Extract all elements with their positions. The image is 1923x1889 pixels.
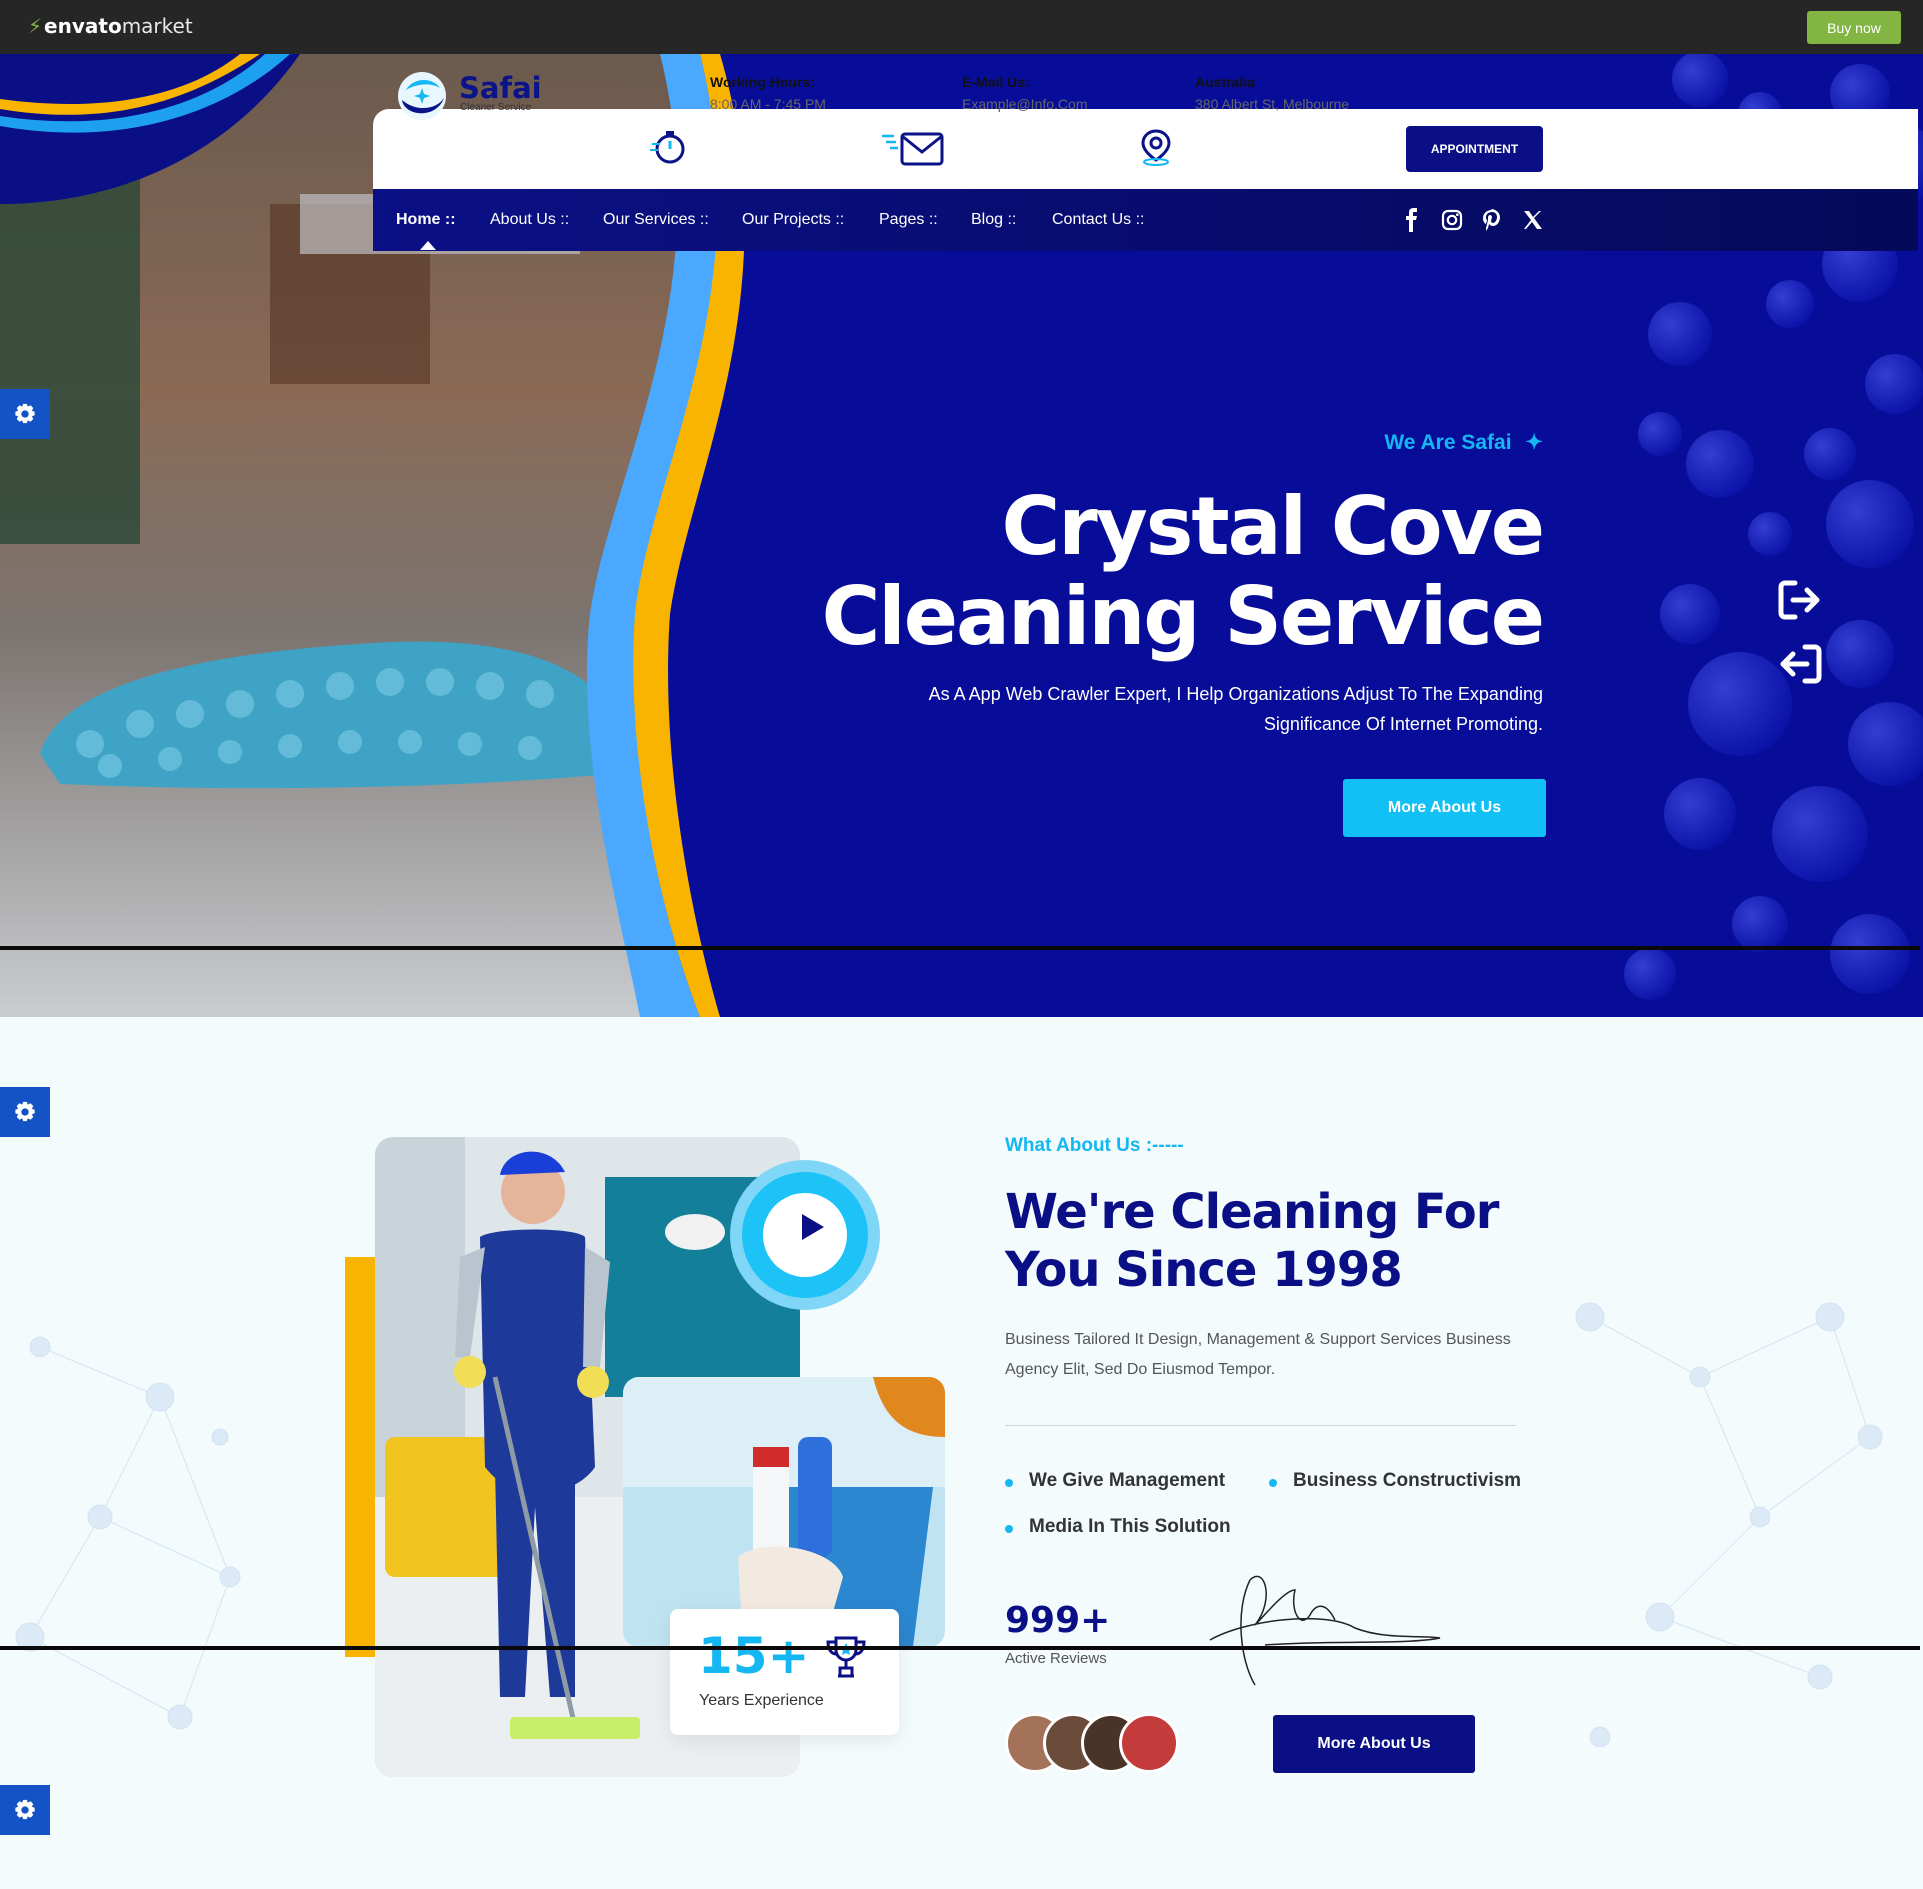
hero-subtitle: As A App Web Crawler Expert, I Help Orga… xyxy=(928,684,1543,734)
nav-blog[interactable]: Blog :: xyxy=(971,211,1016,229)
nav-active-caret xyxy=(420,241,436,250)
email-info[interactable]: E-Mail Us: Example@Info.Com xyxy=(962,74,1087,112)
hero-title: Crystal Cove Cleaning Service xyxy=(821,480,1545,663)
settings-gear-button[interactable] xyxy=(0,1785,50,1835)
section-divider xyxy=(0,946,1920,950)
experience-value: 15+ xyxy=(698,1627,810,1685)
about-section xyxy=(0,1017,1923,1889)
gear-icon xyxy=(15,1101,35,1122)
brand-name[interactable]: Safai xyxy=(459,71,542,105)
trophy-icon xyxy=(826,1636,866,1678)
facebook-icon[interactable] xyxy=(1400,208,1424,232)
about-eyebrow: What About Us :----- xyxy=(1005,1135,1184,1156)
location-info: Australia 380 Albert St, Melbourne xyxy=(1195,74,1350,112)
envato-leaf-icon: ⚡ xyxy=(28,14,43,38)
settings-gear-button[interactable] xyxy=(0,389,50,439)
stopwatch-icon xyxy=(650,131,685,164)
avatar xyxy=(1119,1713,1179,1773)
brand-tagline: Cleaner Service xyxy=(460,102,532,113)
play-icon xyxy=(802,1214,824,1240)
cleaning-supplies-photo xyxy=(623,1377,945,1647)
working-hours-info: Working Hours: 8:00 AM - 7:45 PM xyxy=(710,74,826,112)
accent-bar xyxy=(345,1257,375,1657)
envelope-icon xyxy=(882,132,944,166)
hero-eyebrow: We Are Safai ✦ xyxy=(1384,431,1543,454)
slider-next-arrow-icon[interactable] xyxy=(1777,577,1823,623)
instagram-icon[interactable] xyxy=(1440,208,1464,232)
about-divider xyxy=(1005,1425,1516,1426)
about-description: Business Tailored It Design, Management … xyxy=(1005,1331,1511,1378)
settings-gear-button[interactable] xyxy=(0,1087,50,1137)
envato-market-logo[interactable]: ⚡ envatomarket xyxy=(28,14,193,38)
pinterest-icon[interactable] xyxy=(1480,208,1504,232)
map-pin-icon xyxy=(1141,129,1171,166)
nav-pages[interactable]: Pages :: xyxy=(879,211,938,229)
feature-item: Business Constructivism xyxy=(1268,1470,1522,1491)
envato-topbar: ⚡ envatomarket Buy now xyxy=(0,0,1923,54)
nav-about-us[interactable]: About Us :: xyxy=(490,211,569,229)
buy-now-button[interactable]: Buy now xyxy=(1807,11,1901,44)
reviews-value: 999+ xyxy=(1005,1600,1111,1641)
reviews-label: Active Reviews xyxy=(1005,1650,1107,1667)
section-divider xyxy=(0,1646,1920,1650)
feature-item: We Give Management xyxy=(1004,1470,1226,1491)
nav-contact-us[interactable]: Contact Us :: xyxy=(1052,211,1144,229)
experience-label: Years Experience xyxy=(699,1692,824,1709)
nav-home[interactable]: Home :: xyxy=(396,211,456,229)
gear-icon xyxy=(15,403,35,424)
signature xyxy=(1209,1575,1441,1686)
nav-our-projects[interactable]: Our Projects :: xyxy=(742,211,844,229)
about-title: We're Cleaning For You Since 1998 xyxy=(1005,1184,1499,1298)
slider-prev-arrow-icon[interactable] xyxy=(1777,641,1823,687)
nav-our-services[interactable]: Our Services :: xyxy=(603,211,709,229)
safai-logo-icon[interactable] xyxy=(396,70,448,122)
hero-more-about-button[interactable]: More About Us xyxy=(1343,779,1546,837)
feature-item: Media In This Solution xyxy=(1005,1516,1231,1537)
network-background xyxy=(15,1302,1883,1748)
x-twitter-icon[interactable] xyxy=(1521,208,1545,232)
about-more-button[interactable]: More About Us xyxy=(1273,1715,1475,1773)
gear-icon xyxy=(15,1799,35,1820)
appointment-button[interactable]: APPOINTMENT xyxy=(1406,126,1543,172)
sparkle-icon: ✦ xyxy=(1525,431,1543,454)
